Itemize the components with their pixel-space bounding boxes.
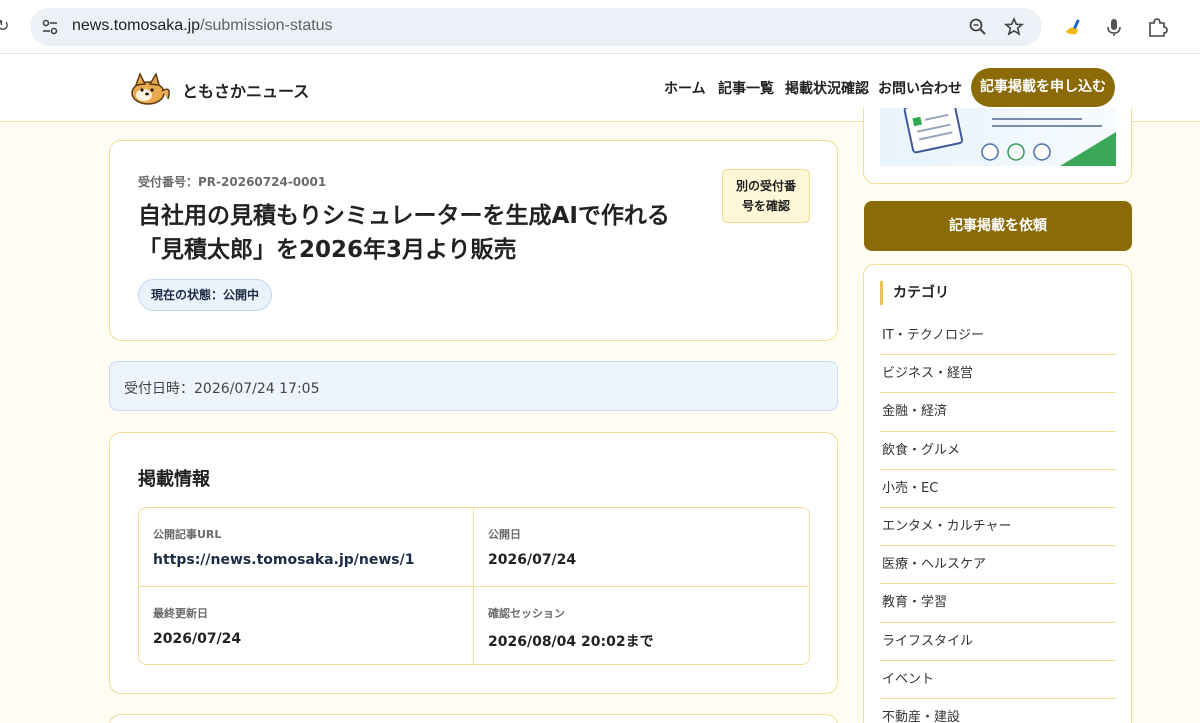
section-title: 掲載情報 <box>138 469 210 490</box>
public-article-link[interactable]: https://news.tomosaka.jp/news/1 <box>153 552 414 568</box>
category-item[interactable]: 教育・学習 <box>880 584 1116 623</box>
alt-button-line-2: 号を確認 <box>741 199 790 213</box>
site-brand[interactable]: ともさかニュース <box>182 78 309 102</box>
site-info-icon[interactable] <box>40 17 60 37</box>
status-badge: 現在の状態：公開中 <box>138 279 273 311</box>
title-line-1: 自社用の見積もりシミュレーターを生成AIで作れる <box>138 203 670 229</box>
category-title: カテゴリ <box>880 281 949 305</box>
nav-contact[interactable]: お問い合わせ <box>878 78 962 98</box>
field-label: 公開日 <box>488 528 521 541</box>
request-article-button[interactable]: 記事掲載を依頼 <box>864 201 1132 251</box>
field-publish-date: 公開日 2026/07/24 <box>474 508 810 587</box>
field-public-url: 公開記事URL https://news.tomosaka.jp/news/1 <box>139 508 475 587</box>
category-item[interactable]: ライフスタイル <box>880 623 1116 661</box>
category-item[interactable]: 飲食・グルメ <box>880 432 1116 470</box>
submission-title: 自社用の見積もりシミュレーターを生成AIで作れる 「見積太郎」を2026年3月よ… <box>138 199 708 267</box>
field-session: 確認セッション 2026/08/04 20:02まで <box>474 587 810 666</box>
category-item[interactable]: IT・テクノロジー <box>880 317 1116 356</box>
received-datetime: 受付日時：2026/07/24 17:05 <box>109 361 838 411</box>
field-label: 公開記事URL <box>153 528 222 541</box>
category-item[interactable]: ビジネス・経営 <box>880 355 1116 394</box>
reload-icon[interactable]: ↻ <box>0 16 9 35</box>
category-item[interactable]: 不動産・建設 <box>880 699 1116 723</box>
category-item[interactable]: エンタメ・カルチャー <box>880 508 1116 547</box>
extensions-puzzle-icon[interactable] <box>1146 16 1168 38</box>
category-item[interactable]: 金融・経済 <box>880 393 1116 432</box>
receipt-number: 受付番号：PR-20260724-0001 <box>138 175 327 189</box>
address-bar[interactable]: news.tomosaka.jp/submission-status <box>30 8 1042 46</box>
title-line-2: 「見積太郎」を2026年3月より販売 <box>138 237 517 263</box>
check-other-receipt-button[interactable]: 別の受付番 号を確認 <box>722 169 810 223</box>
nav-submission-status[interactable]: 掲載状況確認 <box>785 78 869 98</box>
browser-toolbar: ↻ news.tomosaka.jp/submission-status <box>0 0 1200 54</box>
category-item[interactable]: 小売・EC <box>880 470 1116 508</box>
field-last-updated: 最終更新日 2026/07/24 <box>139 587 475 666</box>
field-value: 2026/08/04 20:02まで <box>488 634 654 650</box>
alt-button-line-1: 別の受付番 <box>735 179 796 193</box>
category-card: カテゴリ IT・テクノロジー ビジネス・経営 金融・経済 飲食・グルメ 小売・E… <box>863 264 1132 723</box>
category-item[interactable]: 医療・ヘルスケア <box>880 546 1116 585</box>
estimate-simulator-banner[interactable] <box>880 108 1116 166</box>
publication-info-grid: 公開記事URL https://news.tomosaka.jp/news/1 … <box>138 507 810 665</box>
shiba-dog-logo-icon[interactable] <box>126 69 174 107</box>
field-value: 2026/07/24 <box>153 631 242 647</box>
url-text[interactable]: news.tomosaka.jp/submission-status <box>72 17 333 35</box>
publication-info-card: 掲載情報 公開記事URL https://news.tomosaka.jp/ne… <box>109 432 838 694</box>
extension-broom-icon[interactable] <box>1062 16 1084 38</box>
field-label: 確認セッション <box>488 607 565 620</box>
category-list: IT・テクノロジー ビジネス・経営 金融・経済 飲食・グルメ 小売・EC エンタ… <box>880 317 1116 723</box>
microphone-icon[interactable] <box>1103 16 1125 38</box>
next-card <box>109 714 838 723</box>
apply-article-button[interactable]: 記事掲載を申し込む <box>971 68 1115 107</box>
zoom-icon[interactable] <box>968 17 988 37</box>
category-item[interactable]: イベント <box>880 661 1116 699</box>
submission-card: 受付番号：PR-20260724-0001 自社用の見積もりシミュレーターを生成… <box>109 140 838 341</box>
nav-articles[interactable]: 記事一覧 <box>718 78 774 98</box>
field-label: 最終更新日 <box>153 607 208 620</box>
field-value: 2026/07/24 <box>488 552 577 568</box>
nav-home[interactable]: ホーム <box>664 78 706 98</box>
bookmark-star-icon[interactable] <box>1004 17 1024 37</box>
sidebar-banner-card <box>863 108 1132 184</box>
